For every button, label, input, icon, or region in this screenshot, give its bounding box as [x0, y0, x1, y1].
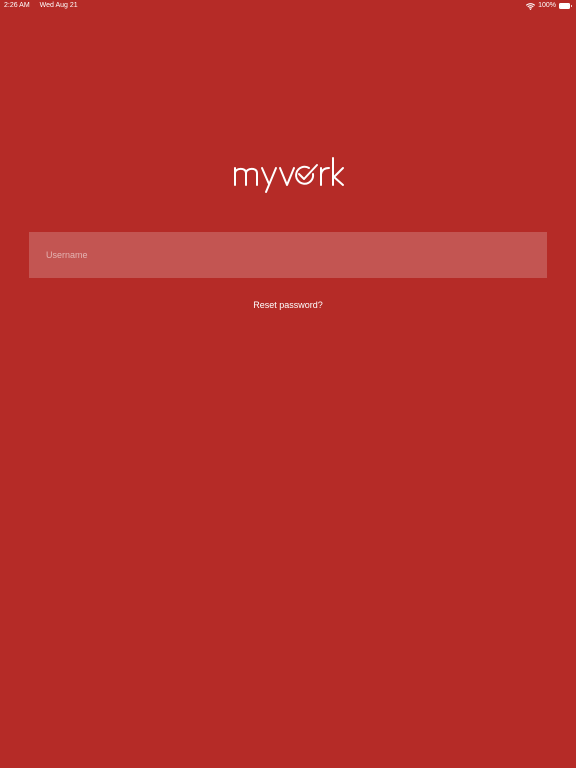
battery-percentage: 100% — [538, 2, 556, 9]
status-date: Wed Aug 21 — [39, 2, 78, 9]
status-bar: 2:26 AM Wed Aug 21 100% — [0, 0, 576, 12]
status-bar-right: 100% — [526, 0, 572, 12]
app-logo: myvork — [233, 154, 345, 194]
logo-graphic — [234, 157, 344, 193]
username-input[interactable] — [29, 232, 547, 278]
username-field[interactable] — [29, 232, 547, 278]
battery-icon — [559, 3, 572, 9]
wifi-icon — [526, 2, 536, 10]
status-time: 2:26 AM — [4, 2, 30, 9]
status-bar-left: 2:26 AM Wed Aug 21 — [4, 0, 78, 12]
reset-password-link[interactable]: Reset password? — [0, 299, 576, 311]
